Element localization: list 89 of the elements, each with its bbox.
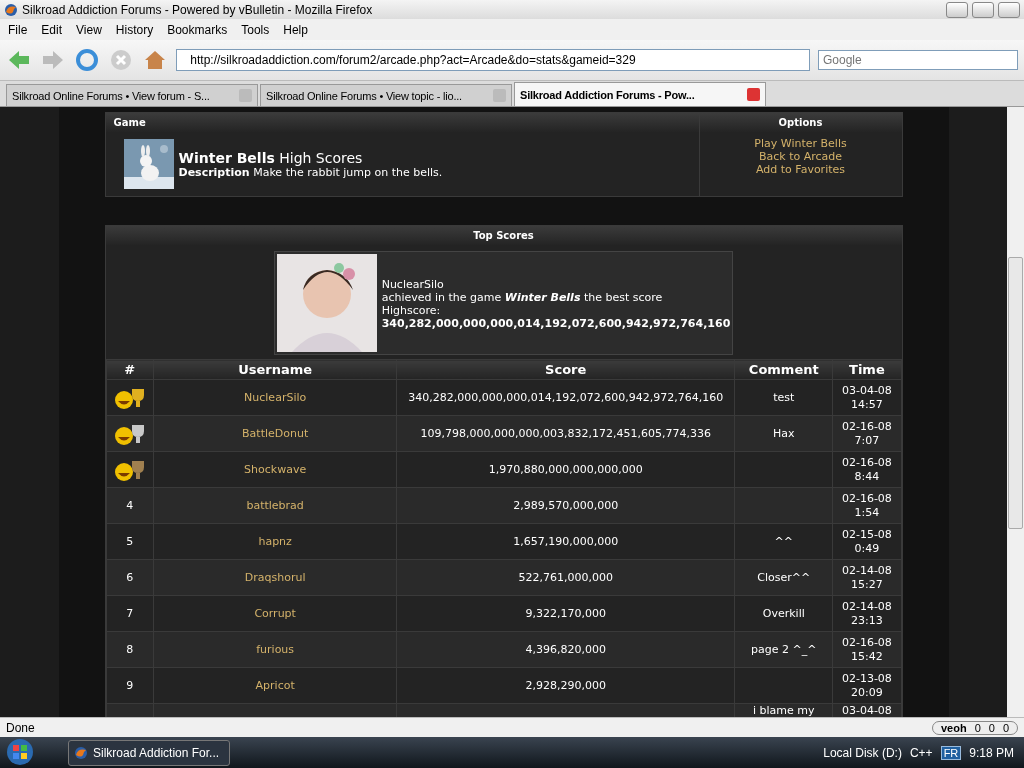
menu-item[interactable]: Bookmarks bbox=[167, 22, 228, 37]
winner-sentence: achieved in the game Winter Bells the best score bbox=[381, 291, 664, 304]
username-link[interactable]: hapnz bbox=[258, 534, 292, 548]
comment-text: i blame my bbox=[753, 704, 815, 717]
score-value: 522,761,000,000 bbox=[518, 570, 613, 584]
stop-icon[interactable] bbox=[108, 47, 134, 73]
score-value: 2,989,570,000,000 bbox=[513, 498, 619, 512]
score-value: 340,282,000,000,000,014,192,072,600,942,972,764,160 bbox=[408, 390, 724, 404]
time-text: 02-16-08 7:07 bbox=[840, 419, 893, 448]
column-header: Options bbox=[699, 113, 902, 132]
toolbar-item[interactable]: C++ bbox=[909, 745, 933, 760]
veoh-widget[interactable]: veoh 0 0 0 bbox=[931, 720, 1018, 735]
scrollbar-thumb[interactable] bbox=[1008, 257, 1023, 529]
rank-number: 8 bbox=[126, 642, 134, 656]
taskbar-button[interactable]: Silkroad Addiction For... bbox=[68, 739, 230, 766]
comment-text: Overkill bbox=[762, 606, 805, 620]
rank-number: 9 bbox=[126, 678, 134, 692]
panel-title: Top Scores bbox=[105, 226, 902, 245]
column-header: Comment bbox=[734, 359, 833, 380]
menu-item[interactable]: Tools bbox=[241, 22, 270, 37]
score-value: 1,970,880,000,000,000,000 bbox=[488, 462, 643, 476]
username-link[interactable]: BattleDonut bbox=[242, 426, 309, 440]
window-title: Silkroad Addiction Forums - Powered by vBulletin - Mozilla Firefox bbox=[22, 2, 374, 17]
score-value: 4,396,820,000 bbox=[525, 642, 606, 656]
time-text: 02-13-08 20:09 bbox=[840, 671, 893, 700]
rank-number: 6 bbox=[126, 570, 134, 584]
score-value: 109,798,000,000,000,003,832,172,451,605,774,336 bbox=[420, 426, 711, 440]
option-link[interactable]: Back to Arcade bbox=[758, 150, 843, 163]
username-link[interactable]: Shockwave bbox=[244, 462, 307, 476]
time-text: 02-14-08 15:27 bbox=[840, 563, 893, 592]
comment-text: Closer^^ bbox=[757, 570, 811, 584]
comment-text: ^^ bbox=[774, 534, 793, 548]
column-header: Username bbox=[153, 359, 397, 380]
clock: 9:18 PM bbox=[969, 745, 1014, 760]
comment-text: test bbox=[773, 390, 795, 404]
highscore-value: 340,282,000,000,000,014,192,072,600,942,972,764,160 bbox=[381, 317, 731, 330]
maximize-button[interactable] bbox=[972, 1, 994, 18]
browser-tab[interactable]: Silkroad Online Forums • View topic - lio... bbox=[260, 84, 512, 106]
username-link[interactable]: Apricot bbox=[255, 678, 295, 692]
column-header: Time bbox=[832, 359, 901, 380]
username-link[interactable]: Corrupt bbox=[254, 606, 296, 620]
count-text: 0 bbox=[1002, 721, 1009, 734]
score-value: 1,657,190,000,000 bbox=[513, 534, 619, 548]
option-link[interactable]: Add to Favorites bbox=[756, 163, 845, 176]
option-link[interactable]: Play Winter Bells bbox=[754, 137, 847, 150]
menu-item[interactable]: History bbox=[115, 22, 154, 37]
rank-number: 7 bbox=[126, 606, 134, 620]
rank-number: 4 bbox=[126, 498, 134, 512]
veoh-logo: veoh bbox=[940, 721, 967, 734]
browser-tab[interactable]: Silkroad Online Forums • View forum - S... bbox=[6, 84, 258, 106]
time-text: 02-16-08 15:42 bbox=[840, 635, 893, 664]
time-text: 02-16-08 8:44 bbox=[840, 455, 893, 484]
language-indicator[interactable]: FR bbox=[940, 745, 962, 760]
count-text: 0 bbox=[974, 721, 981, 734]
winner-name: NuclearSilo bbox=[381, 278, 445, 291]
username-link[interactable]: furious bbox=[256, 642, 295, 656]
score-value: 9,322,170,000 bbox=[525, 606, 606, 620]
search-field[interactable]: Google bbox=[818, 50, 1018, 70]
username-link[interactable]: Draqshorul bbox=[244, 570, 306, 584]
menu-item[interactable]: Edit bbox=[41, 22, 63, 37]
username-link[interactable]: NuclearSilo bbox=[244, 390, 307, 404]
highscore-label: Highscore: bbox=[381, 304, 442, 317]
column-header: # bbox=[106, 359, 154, 380]
column-header: Game bbox=[105, 113, 699, 132]
score-value: 2,928,290,000 bbox=[525, 678, 606, 692]
column-header: Score bbox=[396, 359, 735, 380]
time-text: 03-04-08 14:57 bbox=[840, 383, 893, 412]
time-text: 02-16-08 1:54 bbox=[840, 491, 893, 520]
close-tab-icon[interactable] bbox=[747, 88, 760, 101]
menu-item[interactable]: Help bbox=[283, 22, 308, 37]
menu-item[interactable]: View bbox=[76, 22, 102, 37]
time-text: 03-04-08 bbox=[840, 704, 893, 717]
status-text: Done bbox=[6, 720, 35, 735]
username-link[interactable]: battlebrad bbox=[246, 498, 304, 512]
browser-tab[interactable]: Silkroad Addiction Forums - Pow... bbox=[514, 82, 766, 106]
comment-text: Hax bbox=[773, 426, 795, 440]
url-text: http://silkroadaddiction.com/forum2/arcade.php?act=Arcade&do=stats&gameid=329 bbox=[190, 53, 636, 67]
close-button[interactable] bbox=[998, 1, 1020, 18]
time-text: 02-15-08 0:49 bbox=[840, 527, 893, 556]
menu-item[interactable]: File bbox=[8, 22, 28, 37]
game-title: Winter Bells High Scores bbox=[178, 149, 364, 166]
time-text: 02-14-08 23:13 bbox=[840, 599, 893, 628]
game-description: Description Make the rabbit jump on the bells. bbox=[178, 165, 443, 179]
address-field[interactable]: http://silkroadaddiction.com/forum2/arcade.php?act=Arcade&do=stats&gameid=329 bbox=[176, 49, 810, 71]
comment-text: page 2 ^_^ bbox=[751, 642, 817, 656]
minimize-button[interactable] bbox=[946, 1, 968, 18]
rank-number: 5 bbox=[126, 534, 134, 548]
toolbar-item[interactable]: Local Disk (D:) bbox=[823, 745, 902, 760]
count-text: 0 bbox=[988, 721, 995, 734]
